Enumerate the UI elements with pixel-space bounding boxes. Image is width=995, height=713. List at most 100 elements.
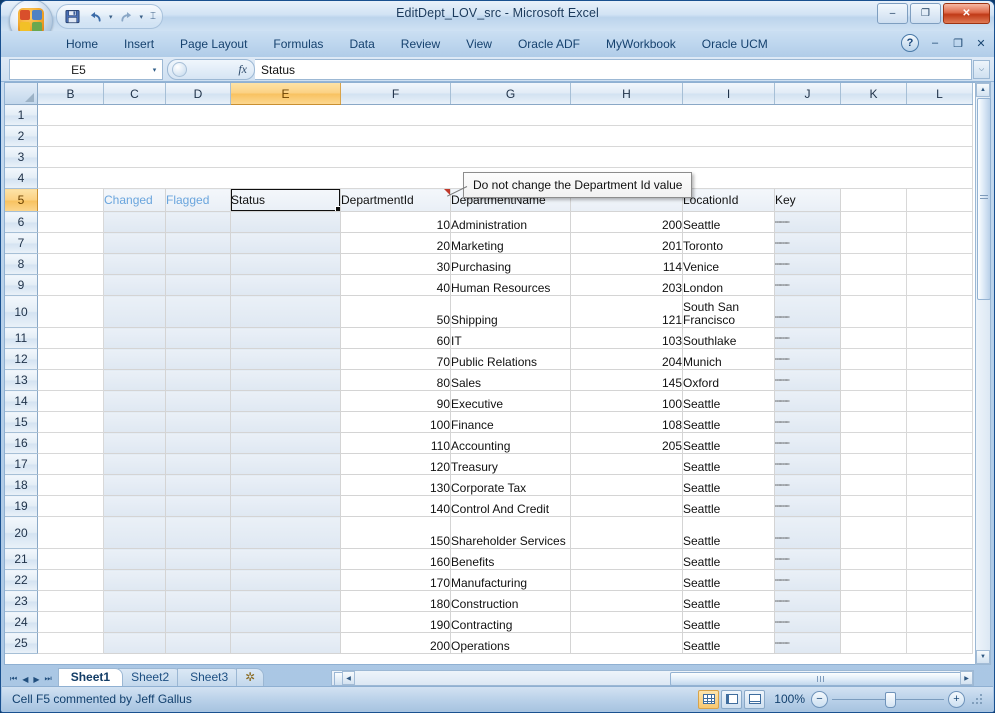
row-header-20[interactable]: 20 (5, 516, 38, 549)
horizontal-scrollbar[interactable]: ◀ ▶ (331, 670, 974, 686)
row-header-17[interactable]: 17 (5, 453, 38, 475)
cell-E6[interactable] (230, 211, 341, 233)
cell-E12[interactable] (230, 348, 341, 370)
cell-E13[interactable] (230, 369, 341, 391)
cell-I19[interactable]: Seattle (682, 495, 775, 517)
cell-F22[interactable]: 170 (340, 569, 451, 591)
cell-I18[interactable]: Seattle (682, 474, 775, 496)
cell-D6[interactable] (165, 211, 231, 233)
cell-I12[interactable]: Munich (682, 348, 775, 370)
column-header-f[interactable]: F (340, 83, 451, 105)
cell-G11[interactable]: IT (450, 327, 571, 349)
row-header-2[interactable]: 2 (5, 125, 38, 147)
cell-D9[interactable] (165, 274, 231, 296)
sheet-tab-sheet1[interactable]: Sheet1 (57, 668, 124, 686)
close-workbook-icon[interactable]: ✕ (974, 37, 988, 50)
cell-D17[interactable] (165, 453, 231, 475)
name-box[interactable]: E5 ▾ (9, 59, 163, 80)
cell-H7[interactable]: 201 (570, 232, 683, 254)
zoom-out-button[interactable]: − (811, 690, 828, 708)
page-break-view-icon[interactable] (744, 689, 765, 709)
cell-F25[interactable]: 200 (340, 632, 451, 654)
cell-C25[interactable] (103, 632, 166, 654)
cell-B19[interactable] (37, 495, 104, 517)
cell-J9[interactable]: •••••••••••• (774, 274, 841, 296)
cell-H9[interactable]: 203 (570, 274, 683, 296)
cell-L18[interactable] (906, 474, 973, 496)
cell-D13[interactable] (165, 369, 231, 391)
cell-L8[interactable] (906, 253, 973, 275)
cell-G14[interactable]: Executive (450, 390, 571, 412)
cell-I5-locationid[interactable]: LocationId (682, 188, 775, 212)
row-header-16[interactable]: 16 (5, 432, 38, 454)
cell-I25[interactable]: Seattle (682, 632, 775, 654)
cell-L25[interactable] (906, 632, 973, 654)
cell-J16[interactable]: •••••••••••• (774, 432, 841, 454)
cell-K9[interactable] (840, 274, 907, 296)
row-3-cells[interactable] (37, 146, 973, 168)
cell-D24[interactable] (165, 611, 231, 633)
vertical-scroll-thumb[interactable] (977, 98, 991, 300)
cell-L12[interactable] (906, 348, 973, 370)
cell-D18[interactable] (165, 474, 231, 496)
cell-B20[interactable] (37, 516, 104, 549)
cell-F12[interactable]: 70 (340, 348, 451, 370)
cell-F6[interactable]: 10 (340, 211, 451, 233)
cell-J8[interactable]: •••••••••••• (774, 253, 841, 275)
cell-C23[interactable] (103, 590, 166, 612)
cell-J6[interactable]: •••••••••••• (774, 211, 841, 233)
formula-input[interactable]: Status (255, 59, 972, 80)
cell-K8[interactable] (840, 253, 907, 275)
cell-D21[interactable] (165, 548, 231, 570)
cell-D14[interactable] (165, 390, 231, 412)
cell-G20[interactable]: Shareholder Services (450, 516, 571, 549)
row-header-21[interactable]: 21 (5, 548, 38, 570)
cell-E15[interactable] (230, 411, 341, 433)
cell-H11[interactable]: 103 (570, 327, 683, 349)
column-header-k[interactable]: K (840, 83, 907, 105)
sheet-tab-sheet3[interactable]: Sheet3 (177, 668, 242, 686)
row-header-25[interactable]: 25 (5, 632, 38, 654)
cell-E7[interactable] (230, 232, 341, 254)
row-header-9[interactable]: 9 (5, 274, 38, 296)
column-header-d[interactable]: D (165, 83, 231, 105)
column-header-l[interactable]: L (906, 83, 973, 105)
cell-K11[interactable] (840, 327, 907, 349)
cell-G12[interactable]: Public Relations (450, 348, 571, 370)
row-header-19[interactable]: 19 (5, 495, 38, 517)
cell-G23[interactable]: Construction (450, 590, 571, 612)
cell-J13[interactable]: •••••••••••• (774, 369, 841, 391)
cell-D19[interactable] (165, 495, 231, 517)
column-header-g[interactable]: G (450, 83, 571, 105)
restore-workbook-icon[interactable]: ❐ (951, 37, 965, 50)
cell-K24[interactable] (840, 611, 907, 633)
cell-L13[interactable] (906, 369, 973, 391)
cell-H19[interactable] (570, 495, 683, 517)
cell-D10[interactable] (165, 295, 231, 328)
cell-C16[interactable] (103, 432, 166, 454)
cell-G25[interactable]: Operations (450, 632, 571, 654)
cell-G6[interactable]: Administration (450, 211, 571, 233)
cell-C17[interactable] (103, 453, 166, 475)
horizontal-scroll-thumb[interactable] (670, 672, 972, 686)
cell-C18[interactable] (103, 474, 166, 496)
cell-K6[interactable] (840, 211, 907, 233)
cell-E21[interactable] (230, 548, 341, 570)
cell-I20[interactable]: Seattle (682, 516, 775, 549)
cell-G21[interactable]: Benefits (450, 548, 571, 570)
next-sheet-icon[interactable]: ▶ (31, 675, 41, 684)
cell-F11[interactable]: 60 (340, 327, 451, 349)
cell-K17[interactable] (840, 453, 907, 475)
cell-G15[interactable]: Finance (450, 411, 571, 433)
cell-G10[interactable]: Shipping (450, 295, 571, 328)
cell-D12[interactable] (165, 348, 231, 370)
cell-H15[interactable]: 108 (570, 411, 683, 433)
cell-K18[interactable] (840, 474, 907, 496)
cell-F21[interactable]: 160 (340, 548, 451, 570)
cell-H24[interactable] (570, 611, 683, 633)
cell-F20[interactable]: 150 (340, 516, 451, 549)
cell-B14[interactable] (37, 390, 104, 412)
cell-L24[interactable] (906, 611, 973, 633)
cell-I10[interactable]: South San Francisco (682, 295, 775, 328)
row-header-10[interactable]: 10 (5, 295, 38, 328)
